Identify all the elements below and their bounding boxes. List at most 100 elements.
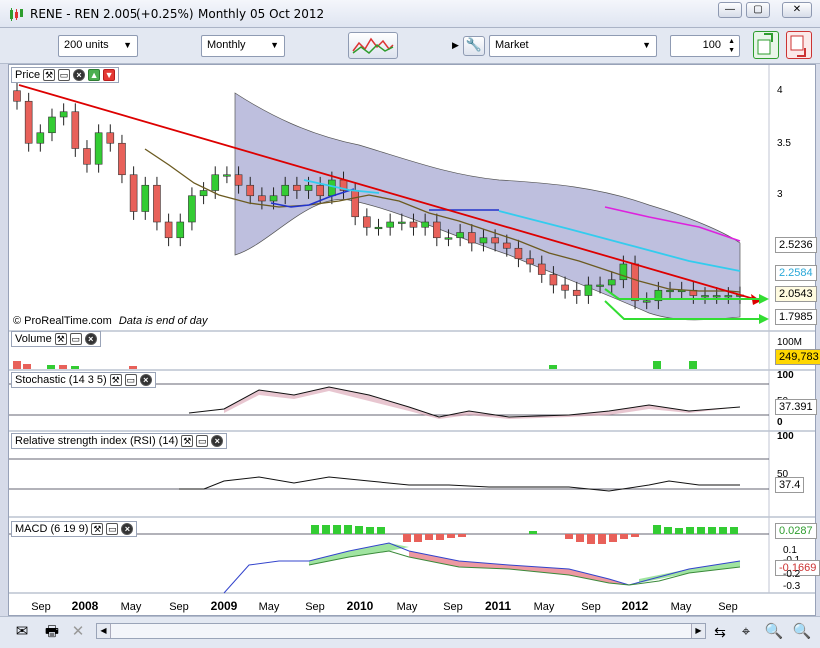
date-title: 05 Oct 2012 — [250, 7, 325, 21]
close-icon[interactable]: × — [84, 333, 97, 345]
price-title: 2.005 — [103, 7, 138, 21]
close-icon[interactable]: ✕ — [68, 622, 88, 642]
candlestick-app-icon — [10, 8, 23, 21]
wrench-icon[interactable]: ⚒ — [109, 374, 122, 386]
candle-body — [444, 237, 453, 240]
scroll-right-icon[interactable]: ▶ — [691, 624, 705, 638]
candle-body — [433, 221, 441, 239]
price-panel-title: Price — [15, 69, 41, 81]
candle-body — [59, 111, 68, 118]
candle-body — [246, 184, 255, 197]
close-icon[interactable]: × — [211, 435, 224, 447]
x-axis-label: Sep — [169, 601, 189, 613]
candle-body — [188, 195, 196, 223]
stochastic-panel-title: Stochastic (14 3 5) — [15, 374, 107, 386]
wrench-icon[interactable]: ⚒ — [54, 333, 67, 345]
macd-badge: 0.0287 — [775, 523, 817, 539]
window-icon[interactable]: ▭ — [58, 69, 71, 81]
candle-body — [13, 90, 21, 102]
horizontal-scrollbar[interactable]: ◀ ▶ — [96, 623, 706, 639]
candle-body — [269, 195, 278, 202]
toolbar: 200 units ▼ Monthly ▼ ▶ 🔧 Market ▼ 100 ▲… — [0, 28, 820, 64]
candle-body — [304, 184, 313, 191]
quantity-stepper[interactable]: 100 ▲ ▼ — [670, 35, 740, 57]
window-icon[interactable]: ▭ — [124, 374, 137, 386]
price-badge: 2.0543 — [775, 286, 817, 302]
stepper-arrows-icon[interactable]: ▲ ▼ — [728, 37, 735, 55]
bottom-bar: ✉ 🖶 ✕ ◀ ▶ ⇆ ⌖ 🔍 🔍 — [0, 616, 820, 648]
zoom-fit-icon[interactable]: ⌖ — [736, 622, 756, 642]
candle-body — [607, 279, 616, 286]
candle-body — [502, 242, 511, 249]
volume-panel-header: Volume ⚒ ▭ × — [11, 331, 101, 347]
stochastic-panel-header: Stochastic (14 3 5) ⚒ ▭ × — [11, 372, 156, 388]
x-axis-label: Sep — [581, 601, 601, 613]
close-button[interactable]: ✕ — [782, 2, 812, 18]
x-axis-label: May — [534, 601, 555, 613]
window-icon[interactable]: ▭ — [69, 333, 82, 345]
stochastic-fill — [224, 387, 740, 419]
rsi-panel-header: Relative strength index (RSI) (14) ⚒ ▭ × — [11, 433, 228, 449]
price-tick: 4 — [777, 85, 783, 96]
x-axis-label: Sep — [305, 601, 325, 613]
candle-body — [293, 184, 301, 191]
indicators-icon — [352, 37, 394, 54]
candle-body — [514, 247, 523, 260]
sell-button[interactable] — [786, 31, 812, 59]
quantity-value: 100 — [702, 39, 721, 51]
rsi-tick: 100 — [777, 431, 794, 442]
units-value: 200 units — [64, 39, 109, 51]
candle-body — [24, 100, 33, 144]
candle-body — [328, 179, 336, 197]
interval-select[interactable]: Monthly ▼ — [201, 35, 285, 57]
candle-body — [129, 174, 138, 212]
macd-panel-title: MACD (6 19 9) — [15, 523, 89, 535]
buy-button[interactable] — [753, 31, 779, 59]
print-icon[interactable]: 🖶 — [42, 622, 62, 642]
watermark-text: © ProRealTime.com — [13, 315, 112, 327]
zoom-in-icon[interactable]: 🔍 — [792, 622, 812, 642]
close-icon[interactable]: × — [139, 374, 152, 386]
candle-body — [642, 300, 651, 303]
window-icon[interactable]: ▭ — [196, 435, 209, 447]
candle-body — [199, 190, 208, 197]
arrow-right-icon[interactable]: ▶ — [452, 40, 459, 51]
resize-icon[interactable]: ⇆ — [710, 622, 730, 642]
zoom-out-icon[interactable]: 🔍 — [764, 622, 784, 642]
data-note: Data is end of day — [118, 315, 208, 327]
mail-icon[interactable]: ✉ — [12, 622, 32, 642]
wrench-button[interactable]: 🔧 — [463, 36, 485, 56]
scroll-left-icon[interactable]: ◀ — [97, 624, 111, 638]
arrow-down-icon[interactable]: ▼ — [103, 69, 116, 81]
units-select[interactable]: 200 units ▼ — [58, 35, 138, 57]
candle-body — [409, 221, 418, 228]
wrench-icon[interactable]: ⚒ — [181, 435, 194, 447]
macd-histogram — [311, 525, 738, 544]
stochastic-tick: 0 — [777, 417, 783, 428]
candle-body — [596, 284, 604, 287]
change-title: (+0.25%) — [136, 7, 194, 21]
close-icon[interactable]: × — [73, 69, 86, 81]
macd-panel-header: MACD (6 19 9) ⚒ ▭ × — [11, 521, 138, 537]
chart-area[interactable]: Sep 2008 May Sep 2009 May Sep 2010 May Sep 2011 May… — [8, 64, 820, 616]
price-tick: 3 — [777, 189, 783, 200]
candle-body — [153, 184, 161, 223]
window-icon[interactable]: ▭ — [106, 523, 119, 535]
volume-max-label: 100M — [777, 337, 803, 348]
stochastic-tick: 100 — [777, 370, 794, 381]
wrench-icon[interactable]: ⚒ — [91, 523, 104, 535]
restore-button[interactable]: ▢ — [746, 2, 770, 18]
wrench-icon[interactable]: ⚒ — [43, 69, 56, 81]
x-axis-label: 2008 — [72, 599, 99, 613]
x-axis-label: 2011 — [485, 599, 511, 613]
x-axis-label: May — [121, 601, 142, 613]
close-icon[interactable]: × — [121, 523, 134, 535]
indicators-button[interactable] — [348, 32, 398, 59]
order-type-select[interactable]: Market ▼ — [489, 35, 657, 57]
rsi-panel-title: Relative strength index (RSI) (14) — [15, 435, 179, 447]
candle-body — [363, 216, 371, 228]
minimize-button[interactable]: — — [718, 2, 742, 18]
arrow-up-icon[interactable]: ▲ — [88, 69, 101, 81]
x-axis-label: May — [671, 601, 692, 613]
candle-body — [701, 295, 709, 298]
